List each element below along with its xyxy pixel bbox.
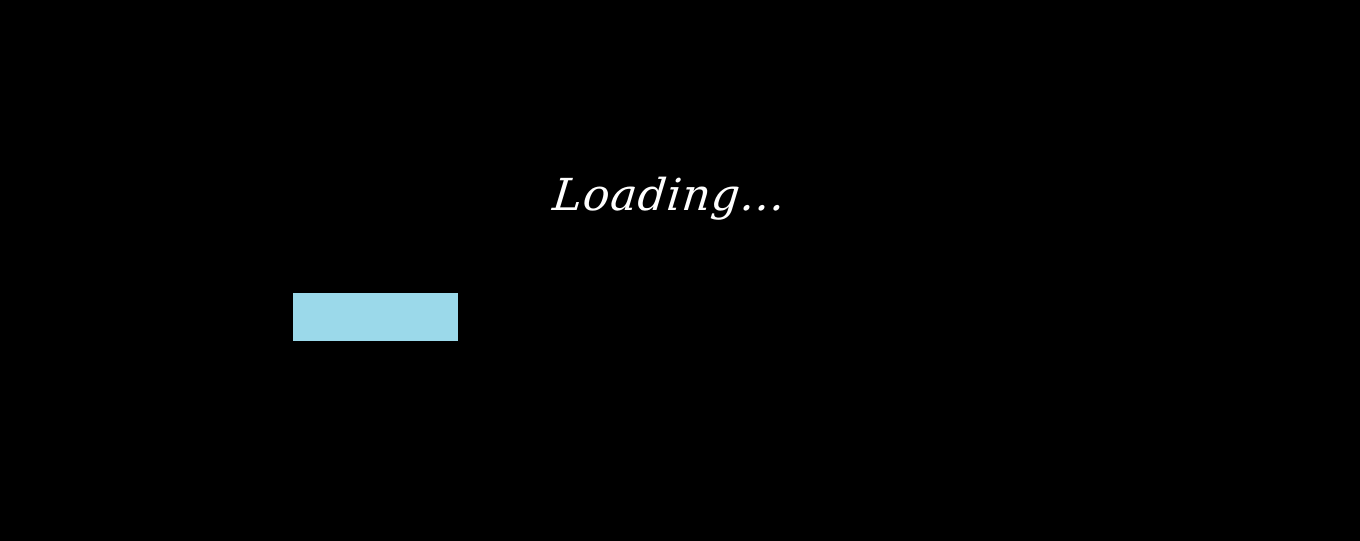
progress-bar-fill bbox=[293, 293, 458, 341]
progress-bar bbox=[293, 293, 1068, 341]
loading-label: Loading... bbox=[550, 170, 789, 221]
loading-screen: Loading... bbox=[0, 0, 1360, 541]
